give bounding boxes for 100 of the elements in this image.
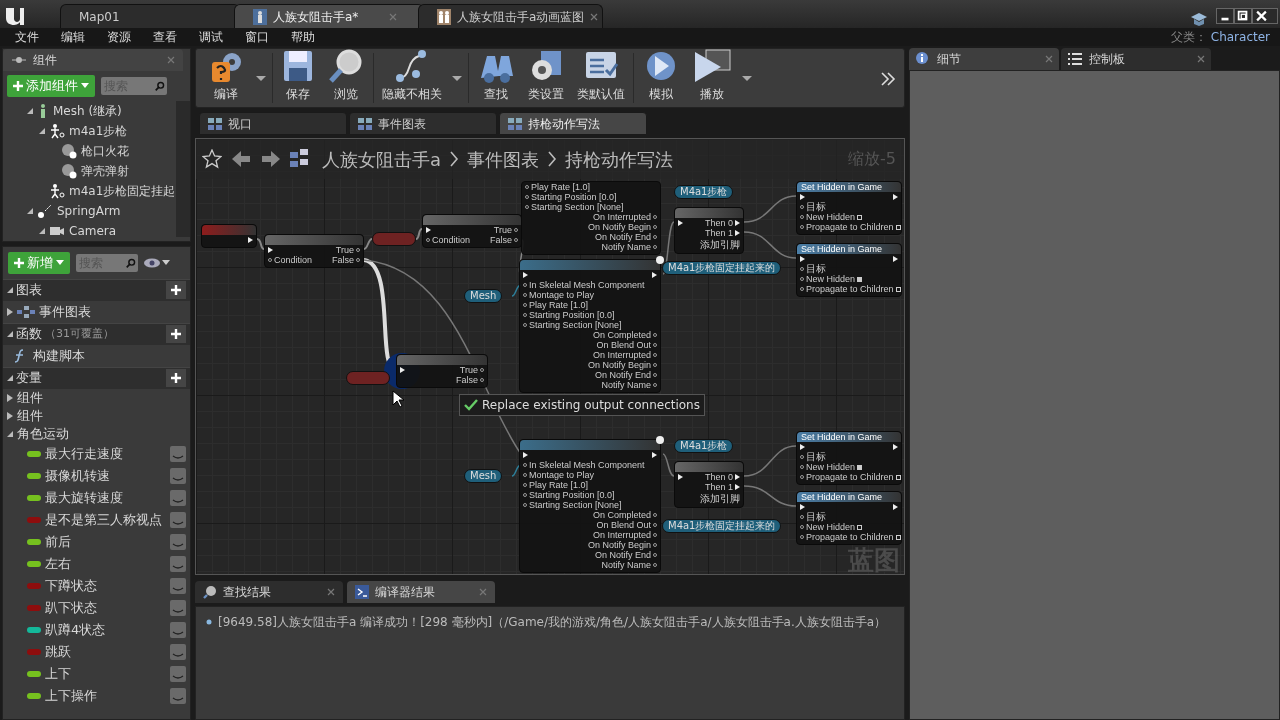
category-header[interactable]: 组件 (17, 387, 43, 408)
menu-item[interactable]: 帮助 (280, 28, 326, 46)
menu-item[interactable]: 窗口 (234, 28, 280, 46)
variable-node[interactable] (372, 232, 416, 246)
checkbox[interactable] (895, 474, 901, 480)
tree-item[interactable]: m4a1步枪 (69, 121, 128, 140)
graph-node[interactable] (201, 224, 257, 248)
visibility-toggle[interactable] (170, 621, 186, 638)
results-tab[interactable]: 编译器结果 (347, 581, 495, 603)
add-button[interactable] (166, 369, 186, 387)
graph-node[interactable]: Play Rate [1.0] Starting Position [0.0] Starting Section [None] On Interrupted On Notify Begin On Notify End Notify Name (521, 181, 661, 255)
toolbar-button[interactable]: 播放 (686, 51, 738, 105)
variable-item[interactable]: 左右 (45, 553, 71, 574)
checkbox[interactable] (895, 286, 901, 292)
variable-node[interactable]: Mesh (464, 289, 503, 303)
view-options-button[interactable] (144, 257, 170, 268)
toolbar-button[interactable]: 查找 (471, 51, 521, 105)
document-tab[interactable]: 人族女阻击手a动画蓝图 (418, 4, 603, 28)
variable-item[interactable]: 最大旋转速度 (45, 487, 123, 508)
star-icon[interactable] (202, 149, 222, 169)
graph-node[interactable]: In Skeletal Mesh Component Montage to Play Play Rate [1.0] Starting Position [0.0] Starting Section [None] On Completed On Blend Out On Interrupted On Notify Begin On Notify End Notify Name (519, 259, 661, 393)
variable-item[interactable]: 是不是第三人称视点 (45, 509, 162, 530)
toolbar-button[interactable]: 保存 (275, 51, 321, 105)
expander-icon[interactable] (27, 107, 33, 114)
restore-icon[interactable] (1234, 8, 1252, 24)
menu-item[interactable]: 文件 (4, 28, 50, 46)
section-header[interactable]: 图表 (16, 280, 42, 300)
graph-node[interactable]: True False (396, 354, 488, 388)
breadcrumb-item[interactable]: 事件图表 (467, 145, 540, 173)
checkbox[interactable] (895, 534, 901, 540)
add-pin-button[interactable]: 添加引脚 (700, 492, 740, 505)
menu-item[interactable]: 查看 (142, 28, 188, 46)
panel-tab[interactable]: 细节 (909, 48, 1059, 70)
graph-node[interactable]: True Condition False (422, 214, 522, 248)
variable-node[interactable]: M4a1步枪 (674, 185, 734, 199)
tree-item[interactable]: 弹壳弹射 (81, 161, 129, 180)
graph-node[interactable]: Then 0 Then 1 添加引脚 (674, 207, 744, 254)
editor-tab[interactable]: 视口 (199, 112, 347, 135)
variable-node[interactable]: M4a1步枪固定挂起来的 (662, 519, 782, 533)
close-icon[interactable] (1252, 8, 1278, 24)
panel-tab[interactable]: 控制板 (1061, 48, 1211, 70)
breadcrumb-item[interactable]: 人族女阻击手a (322, 145, 442, 173)
section-header[interactable]: 函数 (16, 324, 42, 344)
variable-item[interactable]: 跳跃 (45, 641, 71, 662)
menu-item[interactable]: 调试 (188, 28, 234, 46)
variable-item[interactable]: 趴下状态 (45, 597, 97, 618)
tree-item[interactable]: Mesh (继承) (53, 101, 122, 120)
visibility-toggle[interactable] (170, 687, 186, 704)
graph-node[interactable]: True Condition False (264, 234, 364, 268)
toolbar-button[interactable]: 类设置 (521, 51, 571, 105)
variable-item[interactable]: 最大行走速度 (45, 443, 123, 464)
variable-item[interactable]: 上下操作 (45, 685, 97, 706)
breadcrumb-item[interactable]: 持枪动作写法 (565, 145, 674, 173)
menu-item[interactable]: 资源 (96, 28, 142, 46)
menu-item[interactable]: 编辑 (50, 28, 96, 46)
graduation-cap-icon[interactable] (1190, 10, 1208, 28)
variable-item[interactable]: 上下 (45, 663, 71, 684)
checkbox[interactable] (857, 276, 863, 282)
graph-item[interactable]: 事件图表 (39, 301, 91, 322)
expander-icon[interactable] (39, 127, 45, 134)
expander-icon[interactable] (7, 430, 13, 437)
variable-item[interactable]: 下蹲状态 (45, 575, 97, 596)
graph-node[interactable]: In Skeletal Mesh Component Montage to Play Play Rate [1.0] Starting Position [0.0] Starting Section [None] On Completed On Blend Out On Interrupted On Notify Begin On Notify End Notify Name (519, 439, 661, 573)
forward-arrow-icon[interactable] (260, 149, 282, 169)
visibility-toggle[interactable] (170, 555, 186, 572)
editor-tab[interactable]: 持枪动作写法 (499, 112, 647, 135)
tree-item[interactable]: m4a1步枪固定挂起 (69, 181, 176, 200)
add-button[interactable] (166, 281, 186, 299)
toolbar-button[interactable]: 类默认值 (571, 51, 631, 105)
variable-node[interactable]: M4a1步枪固定挂起来的 (662, 261, 782, 275)
visibility-toggle[interactable] (170, 577, 186, 594)
graph-node[interactable]: Set Hidden in Game 目标 New Hidden Propagate to Children (796, 243, 902, 297)
tree-item[interactable]: SpringArm (57, 201, 121, 220)
back-arrow-icon[interactable] (230, 149, 252, 169)
variable-item[interactable]: 摄像机转速 (45, 465, 110, 486)
section-header[interactable]: 变量 (16, 368, 42, 388)
visibility-toggle[interactable] (170, 511, 186, 528)
visibility-toggle[interactable] (170, 489, 186, 506)
variable-item[interactable]: 前后 (45, 531, 71, 552)
add-button[interactable] (166, 325, 186, 343)
expander-icon[interactable] (7, 393, 13, 402)
variable-node[interactable] (346, 371, 390, 385)
category-header[interactable]: 角色运动 (17, 423, 69, 444)
visibility-toggle[interactable] (170, 643, 186, 660)
tree-item[interactable]: 枪口火花 (81, 141, 129, 160)
checkbox[interactable] (857, 214, 863, 220)
toolbar-button[interactable]: 隐藏不相关 (376, 51, 448, 105)
expander-icon[interactable] (7, 287, 13, 293)
graph-node[interactable]: Set Hidden in Game 目标 New Hidden Propagate to Children (796, 181, 902, 235)
expander-icon[interactable] (7, 411, 13, 420)
category-header[interactable]: 组件 (17, 405, 43, 426)
expander-icon[interactable] (7, 331, 13, 337)
toolbar-button[interactable]: 编译 (200, 51, 252, 105)
graph-node[interactable]: Set Hidden in Game 目标 New Hidden Propagate to Children (796, 431, 902, 485)
variable-node[interactable]: Mesh (464, 469, 503, 483)
parent-class-link[interactable]: Character (1210, 28, 1270, 46)
minimize-icon[interactable] (1216, 8, 1234, 24)
checkbox[interactable] (857, 524, 863, 530)
checkbox[interactable] (895, 224, 901, 230)
visibility-toggle[interactable] (170, 533, 186, 550)
